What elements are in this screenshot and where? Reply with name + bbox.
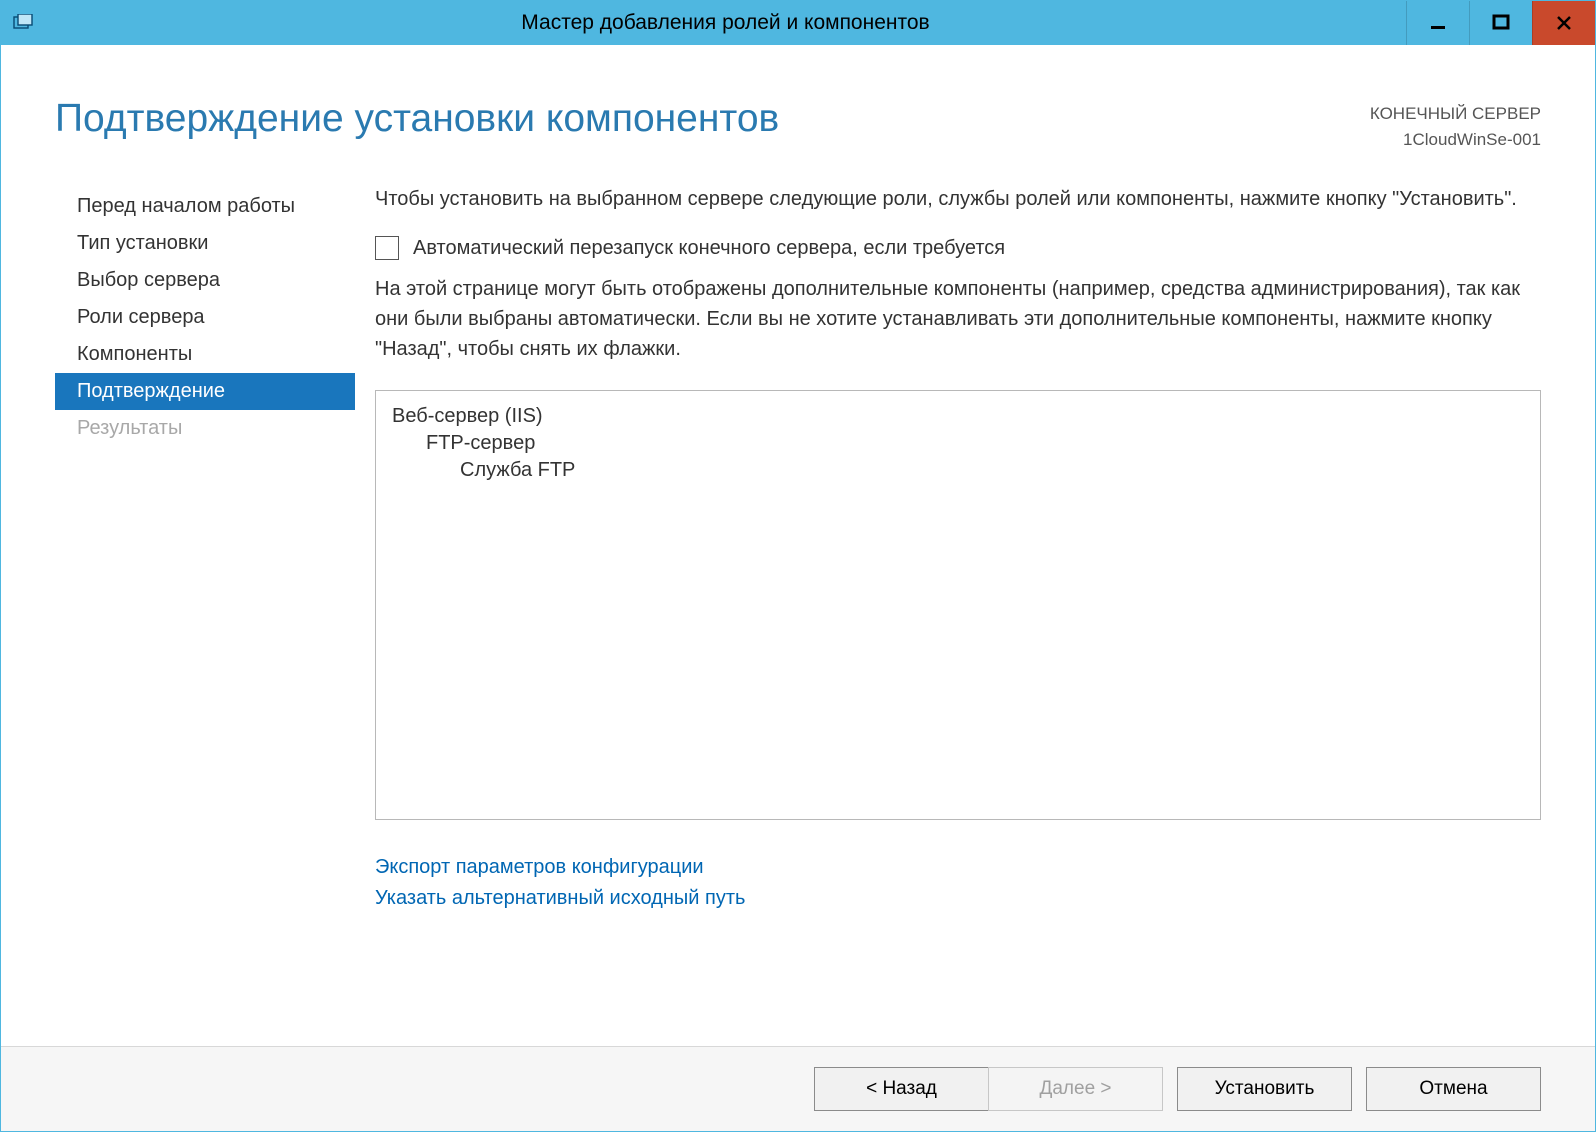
nav-server-selection[interactable]: Выбор сервера [55,262,355,299]
nav-button-group: < Назад Далее > [814,1067,1163,1111]
minimize-button[interactable] [1406,1,1469,45]
nav-features[interactable]: Компоненты [55,336,355,373]
selection-item-level1: FTP-сервер [392,432,1524,455]
next-button: Далее > [988,1067,1163,1111]
selection-item-level2: Служба FTP [392,459,1524,482]
header-area: Подтверждение установки компонентов КОНЕ… [1,45,1595,166]
restart-checkbox[interactable] [375,236,399,260]
wizard-window: Мастер добавления ролей и компонентов По… [0,0,1596,1132]
intro-text: Чтобы установить на выбранном сервере сл… [375,184,1541,214]
window-title: Мастер добавления ролей и компонентов [45,1,1406,45]
links-area: Экспорт параметров конфигурации Указать … [375,852,1541,914]
wizard-nav: Перед началом работы Тип установки Выбор… [55,166,355,1046]
app-icon [1,1,45,45]
restart-checkbox-label: Автоматический перезапуск конечного серв… [413,237,1005,260]
page-heading: Подтверждение установки компонентов [55,97,1370,141]
selection-list[interactable]: Веб-сервер (IIS) FTP-сервер Служба FTP [375,390,1541,820]
wizard-footer: < Назад Далее > Установить Отмена [1,1046,1595,1131]
restart-checkbox-row[interactable]: Автоматический перезапуск конечного серв… [375,236,1541,260]
alt-source-path-link[interactable]: Указать альтернативный исходный путь [375,883,1541,914]
middle-area: Перед началом работы Тип установки Выбор… [1,166,1595,1046]
selection-item-root: Веб-сервер (IIS) [392,405,1524,428]
destination-server: КОНЕЧНЫЙ СЕРВЕР 1CloudWinSe-001 [1370,97,1541,152]
install-button[interactable]: Установить [1177,1067,1352,1111]
destination-label: КОНЕЧНЫЙ СЕРВЕР [1370,101,1541,127]
maximize-button[interactable] [1469,1,1532,45]
back-button[interactable]: < Назад [814,1067,988,1111]
info-text: На этой странице могут быть отображены д… [375,274,1541,364]
close-button[interactable] [1532,1,1595,45]
destination-value: 1CloudWinSe-001 [1370,127,1541,153]
nav-install-type[interactable]: Тип установки [55,225,355,262]
nav-server-roles[interactable]: Роли сервера [55,299,355,336]
export-config-link[interactable]: Экспорт параметров конфигурации [375,852,1541,883]
window-controls [1406,1,1595,45]
content-pane: Чтобы установить на выбранном сервере сл… [355,166,1541,1046]
wizard-body: Подтверждение установки компонентов КОНЕ… [1,45,1595,1131]
titlebar: Мастер добавления ролей и компонентов [1,1,1595,45]
nav-confirmation[interactable]: Подтверждение [55,373,355,410]
nav-results: Результаты [55,410,355,447]
cancel-button[interactable]: Отмена [1366,1067,1541,1111]
nav-before-you-begin[interactable]: Перед началом работы [55,188,355,225]
